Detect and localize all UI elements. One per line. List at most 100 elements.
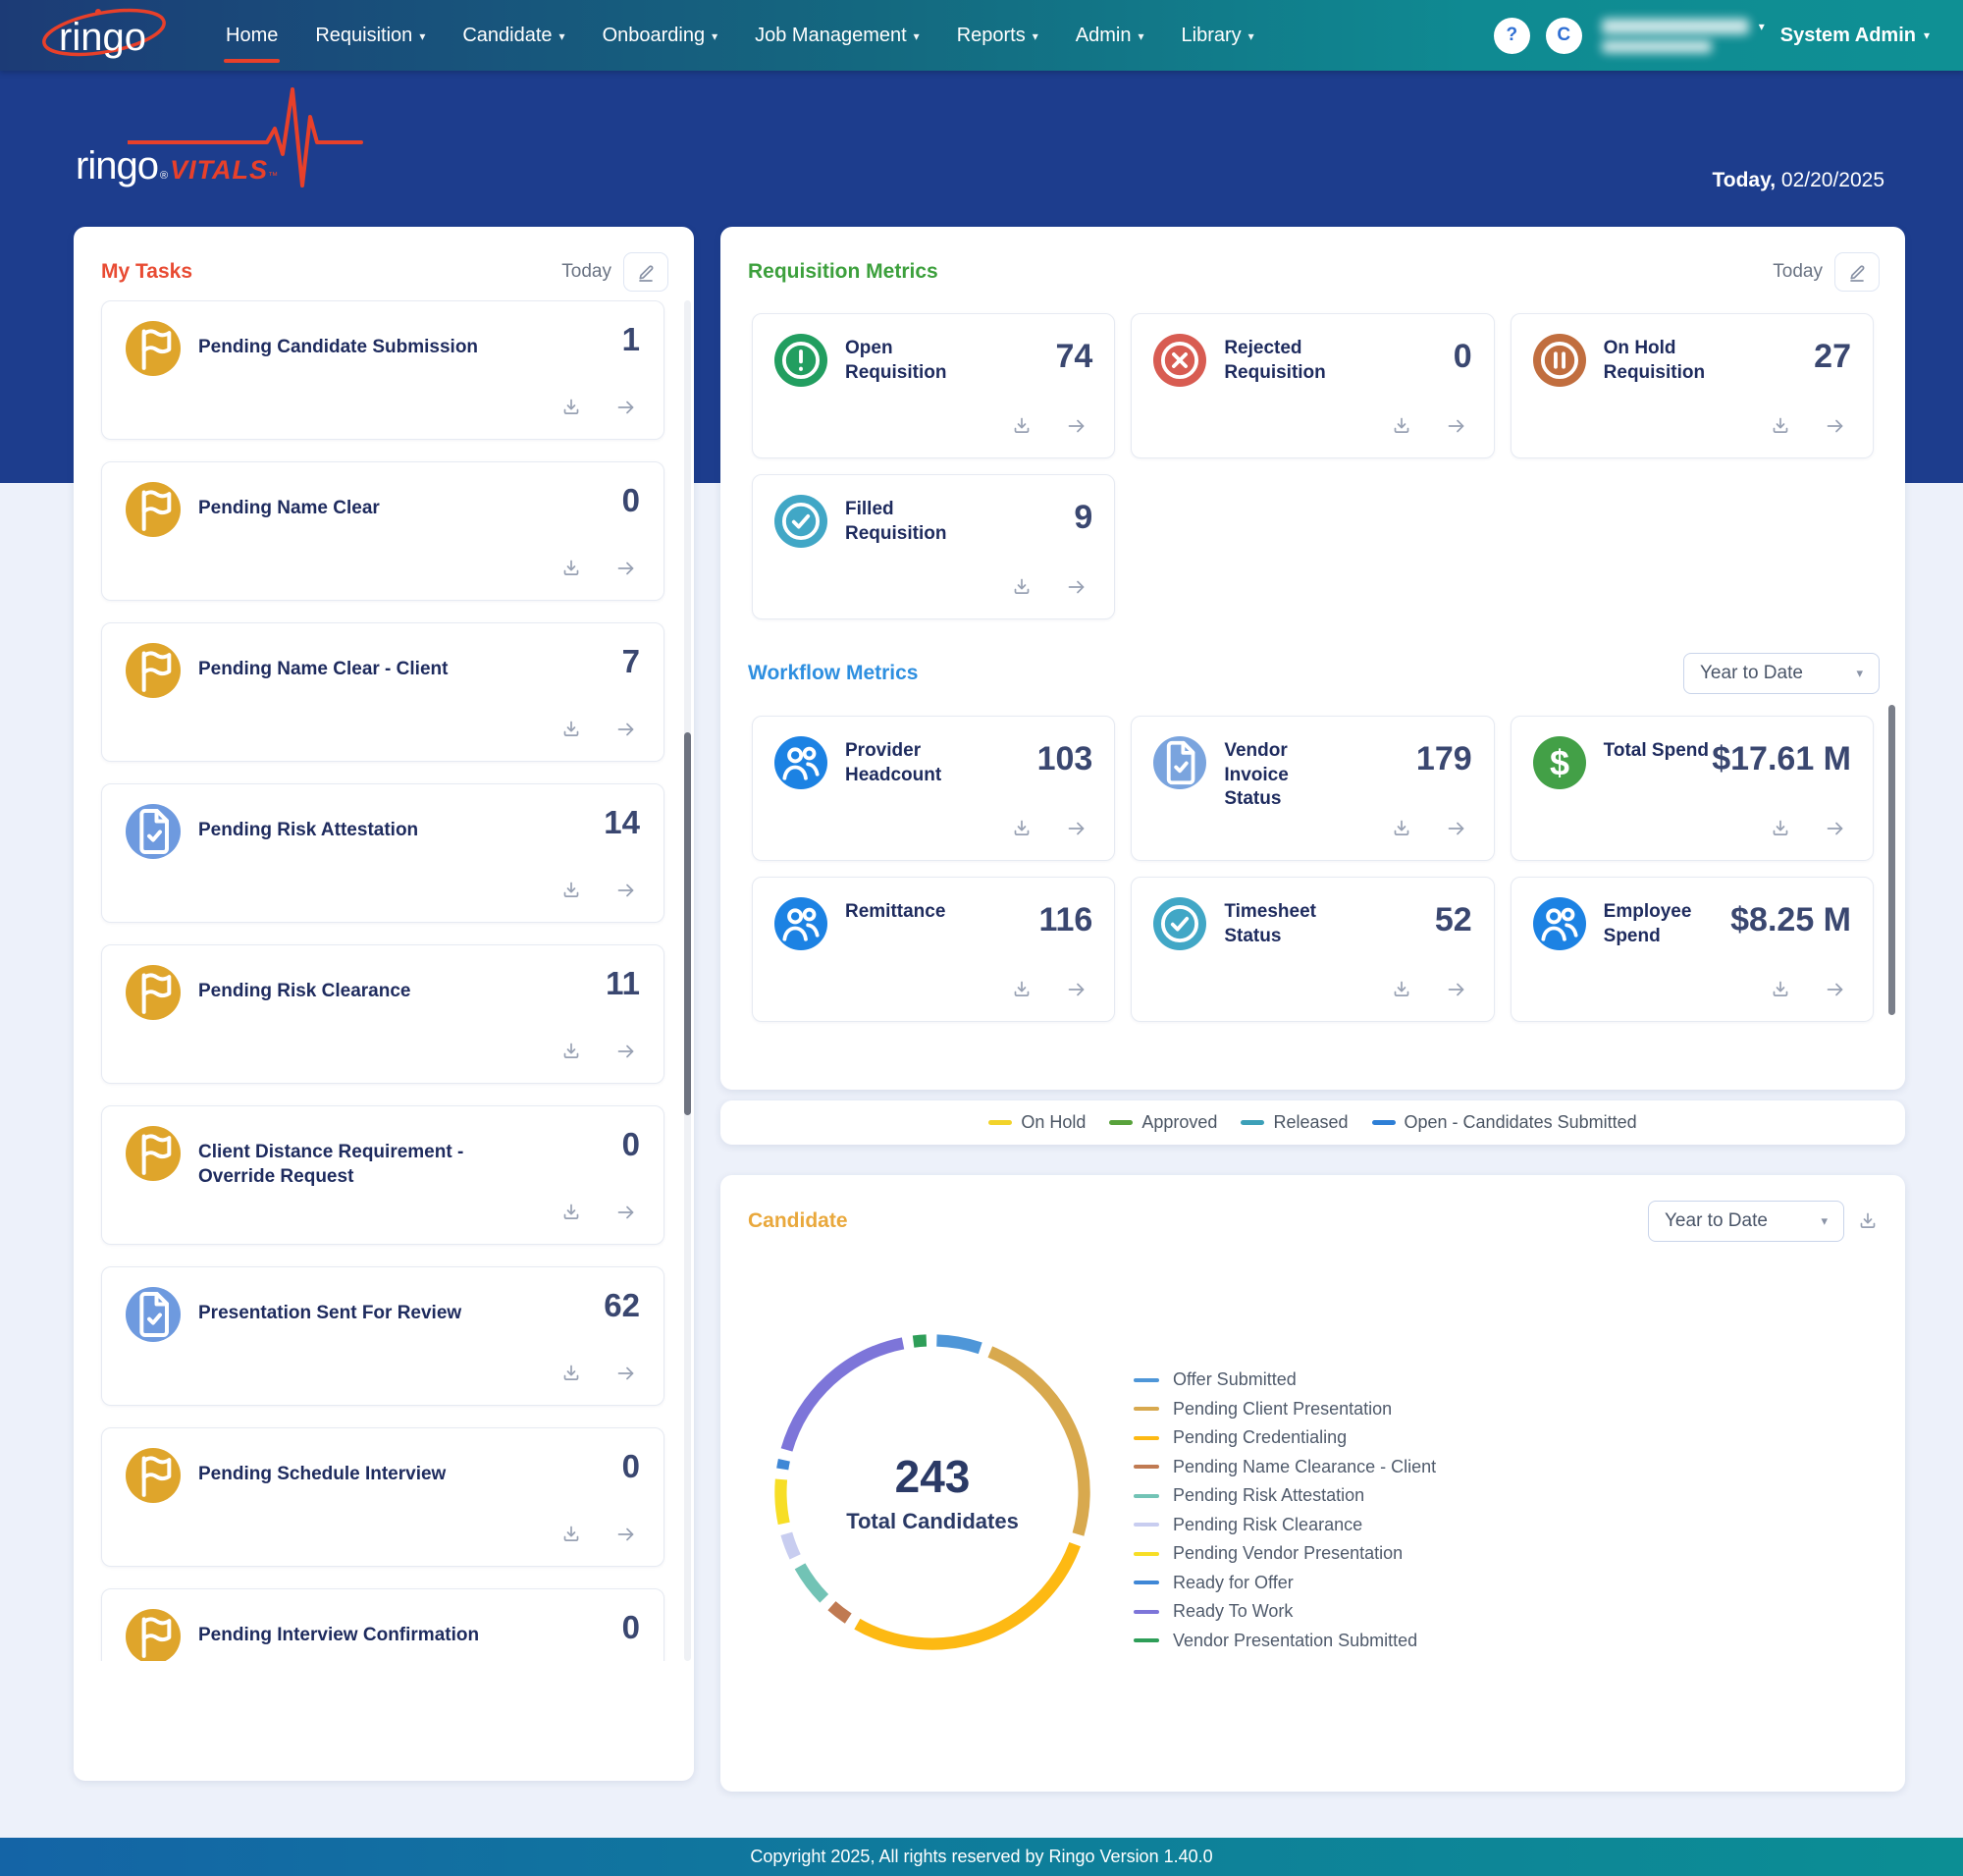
task-card-pending-schedule-interview[interactable]: Pending Schedule Interview 0: [101, 1427, 664, 1567]
legend-on-hold: On Hold: [988, 1112, 1086, 1133]
card-remittance[interactable]: Remittance 116: [752, 877, 1115, 1022]
help-button[interactable]: ?: [1494, 18, 1530, 54]
arrow-right-icon[interactable]: [1824, 978, 1847, 1001]
nav-reports[interactable]: Reports▾: [957, 0, 1038, 71]
arrow-right-icon[interactable]: [614, 718, 638, 741]
legend-swatch: [1372, 1120, 1396, 1125]
metric-value: 74: [1056, 338, 1093, 376]
legend-pending-name-clearance-client: Pending Name Clearance - Client: [1134, 1457, 1436, 1477]
task-card-client-distance-override[interactable]: Client Distance Requirement - Override R…: [101, 1105, 664, 1245]
download-icon[interactable]: [559, 557, 583, 580]
task-card-pending-risk-attestation[interactable]: Pending Risk Attestation 14: [101, 783, 664, 923]
download-icon[interactable]: [1010, 414, 1034, 438]
flag-icon: [126, 1448, 181, 1503]
nav-home[interactable]: Home: [226, 0, 278, 71]
card-employee-spend[interactable]: Employee Spend $8.25 M: [1511, 877, 1874, 1022]
flag-icon: [126, 1609, 181, 1661]
nav-library[interactable]: Library▾: [1182, 0, 1254, 71]
download-icon[interactable]: [1769, 817, 1792, 840]
arrow-right-icon[interactable]: [1065, 414, 1088, 438]
ringo-logo[interactable]: ringo: [33, 7, 181, 64]
metric-value: 116: [1038, 901, 1092, 939]
arrow-right-icon[interactable]: [614, 557, 638, 580]
workflow-period-select[interactable]: Year to Date ▾: [1683, 653, 1880, 694]
arrow-right-icon[interactable]: [1824, 817, 1847, 840]
chevron-down-icon: ▾: [1759, 20, 1765, 33]
role-menu[interactable]: System Admin ▾: [1780, 25, 1930, 47]
legend-swatch: [1134, 1407, 1159, 1411]
legend-pending-vendor-presentation: Pending Vendor Presentation: [1134, 1543, 1436, 1564]
nav-onboarding[interactable]: Onboarding▾: [603, 0, 718, 71]
arrow-right-icon[interactable]: [614, 1523, 638, 1546]
arrow-right-icon[interactable]: [614, 1040, 638, 1063]
nav-requisition[interactable]: Requisition▾: [315, 0, 425, 71]
card-provider-headcount[interactable]: Provider Headcount 103: [752, 716, 1115, 861]
task-card-pending-name-clear[interactable]: Pending Name Clear 0: [101, 461, 664, 601]
legend-swatch: [1134, 1436, 1159, 1440]
tasks-scrollbar[interactable]: [684, 300, 691, 1661]
tasks-list[interactable]: Pending Candidate Submission 1 Pending N…: [74, 300, 694, 1661]
arrow-right-icon[interactable]: [1445, 817, 1468, 840]
requisition-edit-period-button[interactable]: [1834, 252, 1880, 292]
card-filled-requisition[interactable]: Filled Requisition 9: [752, 474, 1115, 619]
download-icon[interactable]: [1390, 978, 1413, 1001]
download-icon[interactable]: [1010, 575, 1034, 599]
candidate-period-select[interactable]: Year to Date ▾: [1648, 1201, 1844, 1242]
svg-text:ringo: ringo: [59, 16, 146, 59]
task-card-pending-name-clear-client[interactable]: Pending Name Clear - Client 7: [101, 622, 664, 762]
download-icon[interactable]: [1390, 414, 1413, 438]
card-rejected-requisition[interactable]: Rejected Requisition 0: [1131, 313, 1494, 458]
dollar-icon: $: [1533, 736, 1586, 789]
task-card-pending-risk-clearance[interactable]: Pending Risk Clearance 11: [101, 944, 664, 1084]
arrow-right-icon[interactable]: [1065, 817, 1088, 840]
arrow-right-icon[interactable]: [614, 1201, 638, 1224]
download-icon[interactable]: [559, 1040, 583, 1063]
download-icon[interactable]: [1010, 817, 1034, 840]
main-menu: Home Requisition▾ Candidate▾ Onboarding▾…: [226, 0, 1254, 71]
tasks-edit-period-button[interactable]: [623, 252, 668, 292]
nav-candidate[interactable]: Candidate▾: [462, 0, 564, 71]
pause-circle-icon: [1533, 334, 1586, 387]
workflow-metrics-title: Workflow Metrics: [748, 662, 918, 685]
avatar[interactable]: C: [1546, 18, 1582, 54]
document-check-icon: [1153, 736, 1206, 789]
download-icon[interactable]: [1769, 414, 1792, 438]
download-icon[interactable]: [1856, 1209, 1880, 1233]
metric-value: 27: [1814, 338, 1851, 376]
user-name-redacted[interactable]: ▾: [1602, 19, 1765, 53]
download-icon[interactable]: [559, 1523, 583, 1546]
pencil-icon: [1845, 260, 1869, 284]
download-icon[interactable]: [559, 718, 583, 741]
metric-value: $8.25 M: [1730, 901, 1851, 939]
card-timesheet-status[interactable]: Timesheet Status 52: [1131, 877, 1494, 1022]
download-icon[interactable]: [559, 1201, 583, 1224]
workflow-scrollbar-thumb[interactable]: [1888, 705, 1895, 1015]
arrow-right-icon[interactable]: [1445, 414, 1468, 438]
arrow-right-icon[interactable]: [1065, 575, 1088, 599]
chevron-down-icon: ▾: [914, 29, 920, 43]
arrow-right-icon[interactable]: [1445, 978, 1468, 1001]
download-icon[interactable]: [1010, 978, 1034, 1001]
card-vendor-invoice-status[interactable]: Vendor Invoice Status 179: [1131, 716, 1494, 861]
arrow-right-icon[interactable]: [1065, 978, 1088, 1001]
card-on-hold-requisition[interactable]: On Hold Requisition 27: [1511, 313, 1874, 458]
arrow-right-icon[interactable]: [614, 1362, 638, 1385]
task-card-pending-candidate-submission[interactable]: Pending Candidate Submission 1: [101, 300, 664, 440]
download-icon[interactable]: [1769, 978, 1792, 1001]
arrow-right-icon[interactable]: [614, 879, 638, 902]
card-total-spend[interactable]: $ Total Spend $17.61 M: [1511, 716, 1874, 861]
arrow-right-icon[interactable]: [614, 396, 638, 419]
download-icon[interactable]: [559, 396, 583, 419]
tasks-scrollbar-thumb[interactable]: [684, 732, 691, 1115]
pencil-icon: [634, 260, 658, 284]
download-icon[interactable]: [559, 1362, 583, 1385]
arrow-right-icon[interactable]: [1824, 414, 1847, 438]
download-icon[interactable]: [1390, 817, 1413, 840]
task-card-presentation-sent-for-review[interactable]: Presentation Sent For Review 62: [101, 1266, 664, 1406]
task-card-pending-interview-confirmation[interactable]: Pending Interview Confirmation 0: [101, 1588, 664, 1661]
download-icon[interactable]: [559, 879, 583, 902]
nav-admin[interactable]: Admin▾: [1076, 0, 1144, 71]
legend-approved: Approved: [1109, 1112, 1217, 1133]
card-open-requisition[interactable]: Open Requisition 74: [752, 313, 1115, 458]
nav-job-management[interactable]: Job Management▾: [755, 0, 920, 71]
